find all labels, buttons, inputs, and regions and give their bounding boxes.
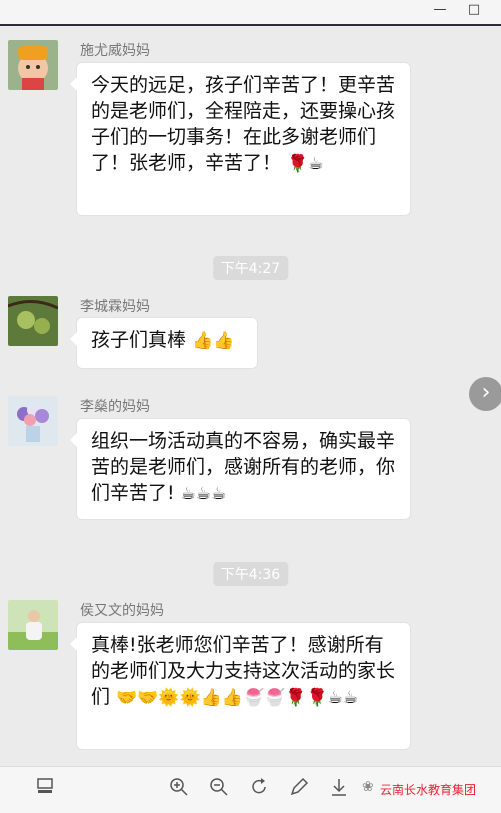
download-icon[interactable] [328, 777, 350, 799]
sender-name: 侯又文的妈妈 [80, 603, 164, 619]
message-text: 组织一场活动真的不容易，确实最辛苦的是老师们，感谢所有的老师，你们辛苦了! [91, 430, 396, 504]
message-emoji: 🌹☕ [287, 154, 324, 174]
timestamp: 下午4:36 [212, 562, 289, 586]
message-bubble[interactable]: 真棒!张老师您们辛苦了！感谢所有的老师们及大力支持这次活动的家长们 🤝🤝🌞🌞👍👍… [70, 622, 411, 750]
message-bubble[interactable]: 孩子们真棒 👍👍 [70, 317, 258, 369]
zoom-in-icon[interactable] [168, 777, 190, 799]
avatar[interactable] [8, 600, 58, 650]
next-image-button[interactable]: › [469, 377, 501, 411]
window-titlebar: — □ [0, 0, 501, 26]
timestamp: 下午4:27 [212, 256, 289, 280]
maximize-icon[interactable]: □ [466, 2, 482, 18]
message-bubble[interactable]: 今天的远足，孩子们辛苦了！更辛苦的是老师们，全程陪走，还要操心孩子们的一切事务！… [70, 62, 411, 216]
sender-name: 李城霖妈妈 [80, 299, 150, 315]
avatar[interactable] [8, 40, 58, 90]
edit-icon[interactable] [288, 777, 310, 799]
viewer-toolbar: ❀ 云南长水教育集团 [0, 766, 501, 813]
message-text: 孩子们真棒 [91, 329, 187, 351]
avatar[interactable] [8, 296, 58, 346]
screen-icon[interactable] [34, 777, 56, 799]
watermark-text: 云南长水教育集团 [380, 783, 477, 797]
wechat-icon: ❀ [362, 779, 374, 795]
sender-name: 施尤威妈妈 [80, 43, 150, 59]
rotate-icon[interactable] [248, 777, 270, 799]
message-emoji: 👍👍 [192, 331, 235, 351]
sender-name: 李燊的妈妈 [80, 399, 150, 415]
chat-area: 施尤威妈妈 今天的远足，孩子们辛苦了！更辛苦的是老师们，全程陪走，还要操心孩子们… [0, 26, 501, 766]
message-text: 今天的远足，孩子们辛苦了！更辛苦的是老师们，全程陪走，还要操心孩子们的一切事务！… [91, 74, 396, 174]
message-bubble[interactable]: 组织一场活动真的不容易，确实最辛苦的是老师们，感谢所有的老师，你们辛苦了! ☕☕… [70, 418, 411, 520]
minimize-icon[interactable]: — [432, 2, 448, 18]
avatar[interactable] [8, 396, 58, 446]
chevron-right-icon: › [481, 380, 491, 405]
message-emoji: ☕☕☕ [180, 484, 227, 504]
zoom-out-icon[interactable] [208, 777, 230, 799]
message-emoji: 🤝🤝🌞🌞👍👍🍧🍧🌹🌹☕☕ [116, 688, 359, 708]
